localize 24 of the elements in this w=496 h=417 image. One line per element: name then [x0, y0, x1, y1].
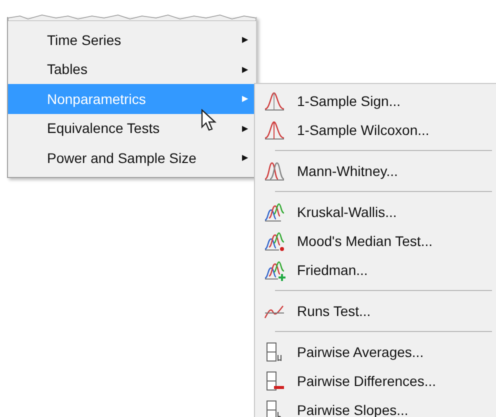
menu-item[interactable]: Pairwise Differences... — [255, 366, 496, 395]
menu-item[interactable]: Equivalence Tests ▶ — [8, 114, 256, 143]
menu-item[interactable]: Kruskal-Wallis... — [255, 197, 496, 226]
menu-item[interactable]: Mann-Whitney... — [255, 156, 496, 185]
double-bell-curve-icon — [263, 160, 287, 182]
menu-item[interactable]: Mood's Median Test... — [255, 226, 496, 255]
menu-item[interactable]: Power and Sample Size ▶ — [8, 143, 256, 172]
submenu-arrow-icon: ▶ — [242, 35, 248, 44]
menu-item[interactable]: Friedman... — [255, 255, 496, 284]
three-curves-icon — [263, 230, 287, 252]
menu-item[interactable]: 1-Sample Sign... — [255, 86, 496, 115]
submenu-arrow-icon: ▶ — [242, 64, 248, 74]
submenu-arrow-icon: ▶ — [242, 94, 248, 104]
menu-item[interactable]: Pairwise Averages... — [255, 337, 496, 366]
submenu-arrow-icon: ▶ — [242, 124, 248, 133]
submenu-arrow-icon: ▶ — [242, 153, 248, 162]
menu-item[interactable]: 1-Sample Wilcoxon... — [255, 115, 496, 144]
three-curves-icon — [263, 200, 287, 222]
bell-curve-icon — [263, 118, 287, 140]
menu-item[interactable]: Time Series ▶ — [8, 25, 256, 54]
three-curves-icon — [263, 258, 287, 280]
menu-item[interactable]: Tables ▶ — [8, 54, 256, 84]
bell-curve-icon — [263, 90, 287, 112]
menu-item[interactable]: Runs Test... — [255, 296, 496, 325]
